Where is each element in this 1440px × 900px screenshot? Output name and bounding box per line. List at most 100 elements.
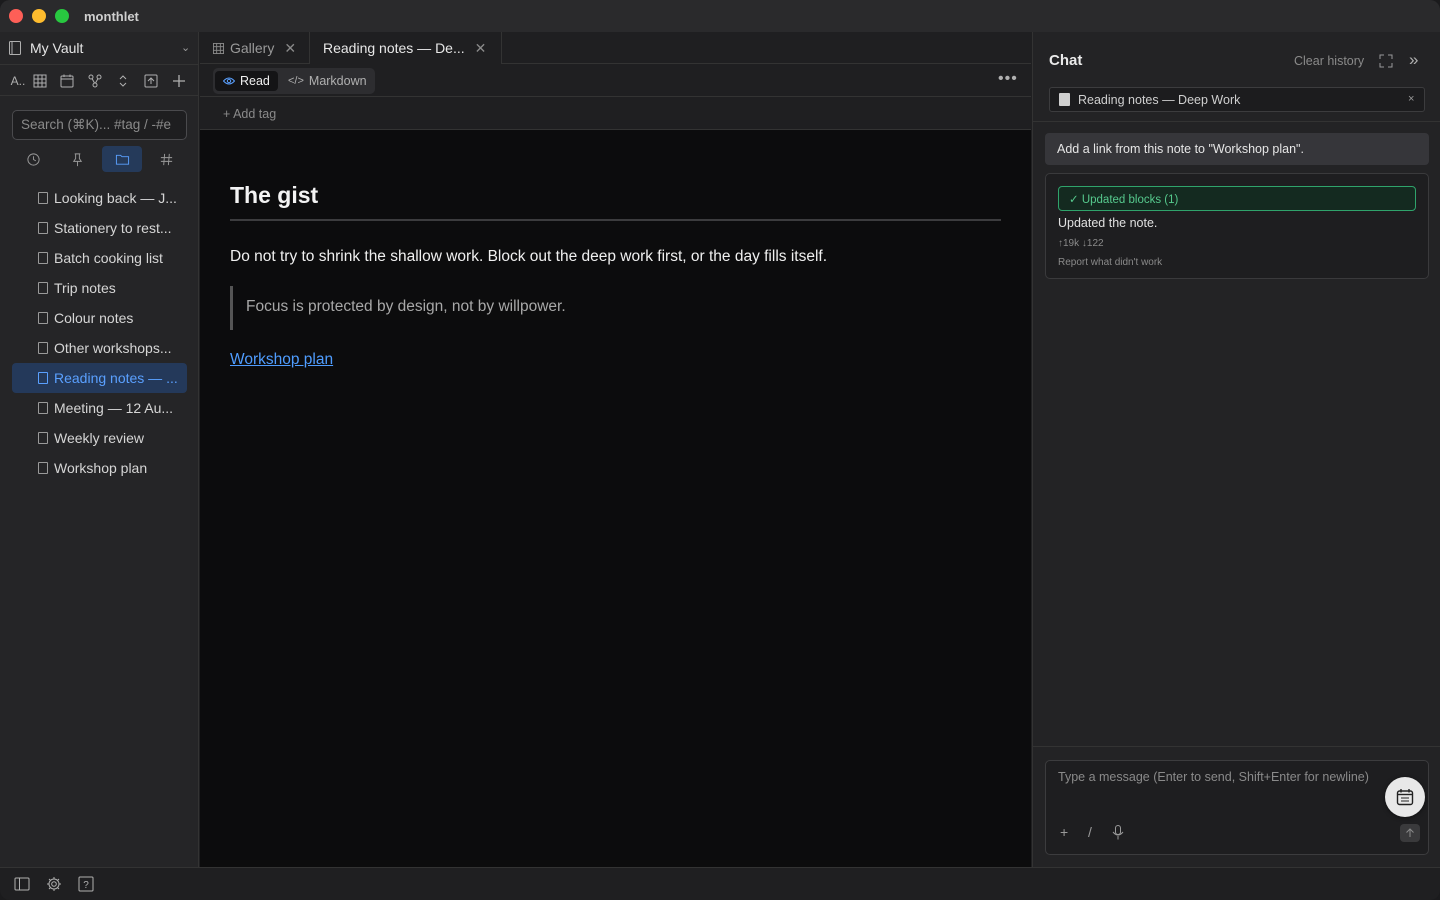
report-link[interactable]: Report what didn't work [1058,257,1162,268]
tree-note-label: Trip notes [54,280,116,296]
response-text: Updated the note. [1058,216,1158,230]
document-heading: The gist [230,182,319,208]
note-icon [38,342,48,354]
attach-icon[interactable]: + [1060,824,1068,840]
chevron-down-icon: ⌄ [181,42,191,54]
message-input[interactable]: Type a message (Enter to send, Shift+Ent… [1058,770,1388,784]
composer-divider [1033,746,1440,747]
settings-gear-icon[interactable] [46,876,62,892]
clock-icon [26,152,40,166]
grid-view-icon[interactable] [32,73,48,89]
tree-note-item[interactable]: Reading notes — ... [12,363,187,393]
svg-text:?: ? [83,880,89,891]
chat-title: Chat [1049,52,1083,69]
tree-note-label: Batch cooking list [54,250,163,266]
markdown-mode-button[interactable]: </> Markdown [280,71,375,91]
mode-bar: Read </> Markdown ••• [200,64,1031,97]
tab-gallery[interactable]: Gallery ✕ [213,32,309,64]
fullscreen-icon[interactable] [1379,54,1393,68]
document-icon [1059,93,1070,106]
tree-note-item[interactable]: Workshop plan [12,453,187,483]
note-icon [38,192,48,204]
app-window: monthlet My Vault ⌄ A.. Search (⌘K)... #… [0,0,1440,900]
tab-tags[interactable] [146,146,186,172]
sort-alpha-icon[interactable]: A.. [10,73,26,89]
grid-icon [213,42,224,54]
help-icon[interactable]: ? [78,876,94,892]
calendar-icon[interactable] [59,73,75,89]
read-mode-label: Read [240,74,270,88]
remove-context-icon[interactable]: × [1408,93,1414,105]
token-usage: ↑19k ↓122 [1058,238,1104,249]
calendar-fab-button[interactable] [1385,777,1425,817]
code-icon: </> [288,75,304,87]
tree-note-label: Workshop plan [54,460,148,476]
note-icon [38,372,48,384]
slash-command-icon[interactable]: / [1088,824,1092,840]
collapse-panel-icon[interactable]: » [1409,50,1418,70]
minimize-window-button[interactable] [32,9,46,23]
tree-note-item[interactable]: Looking back — J... [12,183,187,213]
tree-note-label: Colour notes [54,310,134,326]
vault-icon [9,41,21,55]
graph-icon[interactable] [87,73,103,89]
workshop-plan-link[interactable]: Workshop plan [230,351,333,369]
tree-note-item[interactable]: Stationery to rest... [12,213,187,243]
tree-note-item[interactable]: Trip notes [12,273,187,303]
sidebar-toolbar: A.. [0,64,199,96]
read-mode-button[interactable]: Read [215,71,278,91]
send-button[interactable] [1400,824,1420,842]
tree-note-item[interactable]: Weekly review [12,423,187,453]
note-icon [38,312,48,324]
document-paragraph: Do not try to shrink the shallow work. B… [230,248,827,265]
eye-icon [223,77,235,85]
hash-icon [160,153,172,165]
tab-gallery-label: Gallery [230,40,275,56]
note-icon [38,222,48,234]
tree-note-label: Weekly review [54,430,144,446]
document-blockquote: Focus is protected by design, not by wil… [230,286,730,330]
tab-reading-notes[interactable]: Reading notes — De... ✕ [309,32,502,64]
maximize-window-button[interactable] [55,9,69,23]
tree-note-item[interactable]: Other workshops... [12,333,187,363]
tab-reading-notes-label: Reading notes — De... [323,40,465,56]
tab-recent[interactable] [13,146,53,172]
title-bar: monthlet [0,0,1440,32]
message-composer: Type a message (Enter to send, Shift+Ent… [1045,760,1429,855]
import-icon[interactable] [143,73,159,89]
more-options-icon[interactable]: ••• [998,70,1018,88]
note-icon [38,252,48,264]
tree-note-label: Stationery to rest... [54,220,172,236]
add-tag-button[interactable]: + Add tag [223,107,276,121]
close-icon[interactable]: ✕ [284,40,296,57]
context-note-label: Reading notes — Deep Work [1078,93,1241,107]
tab-pinned[interactable] [57,146,97,172]
heading-divider [230,219,1001,221]
close-window-button[interactable] [9,9,23,23]
expand-collapse-icon[interactable] [115,73,131,89]
note-icon [38,432,48,444]
vault-switcher[interactable]: My Vault ⌄ [0,32,199,64]
tree-note-label: Meeting — 12 Au... [54,400,174,416]
tree-note-item[interactable]: Batch cooking list [12,243,187,273]
updated-blocks-badge[interactable]: ✓ Updated blocks (1) [1058,186,1416,211]
markdown-mode-label: Markdown [308,74,367,88]
user-message: Add a link from this note to "Workshop p… [1045,133,1429,165]
microphone-icon[interactable] [1112,825,1124,840]
toggle-sidebar-icon[interactable] [14,876,30,892]
tree-note-label: Other workshops... [54,340,172,356]
note-icon [38,462,48,474]
search-input[interactable]: Search (⌘K)... #tag / -#e [12,110,187,140]
folder-icon [115,154,129,165]
chat-divider [1033,121,1440,122]
bottom-bar: ? [0,867,1440,900]
tree-note-item[interactable]: Colour notes [12,303,187,333]
tree-note-item[interactable]: Meeting — 12 Au... [12,393,187,423]
clear-history-button[interactable]: Clear history [1294,54,1364,68]
arrow-up-icon [1406,828,1414,837]
close-icon[interactable]: ✕ [475,40,487,57]
tab-folders[interactable] [102,146,142,172]
tag-bar: + Add tag [200,97,1031,130]
note-icon [38,402,48,414]
add-icon[interactable] [171,73,187,89]
